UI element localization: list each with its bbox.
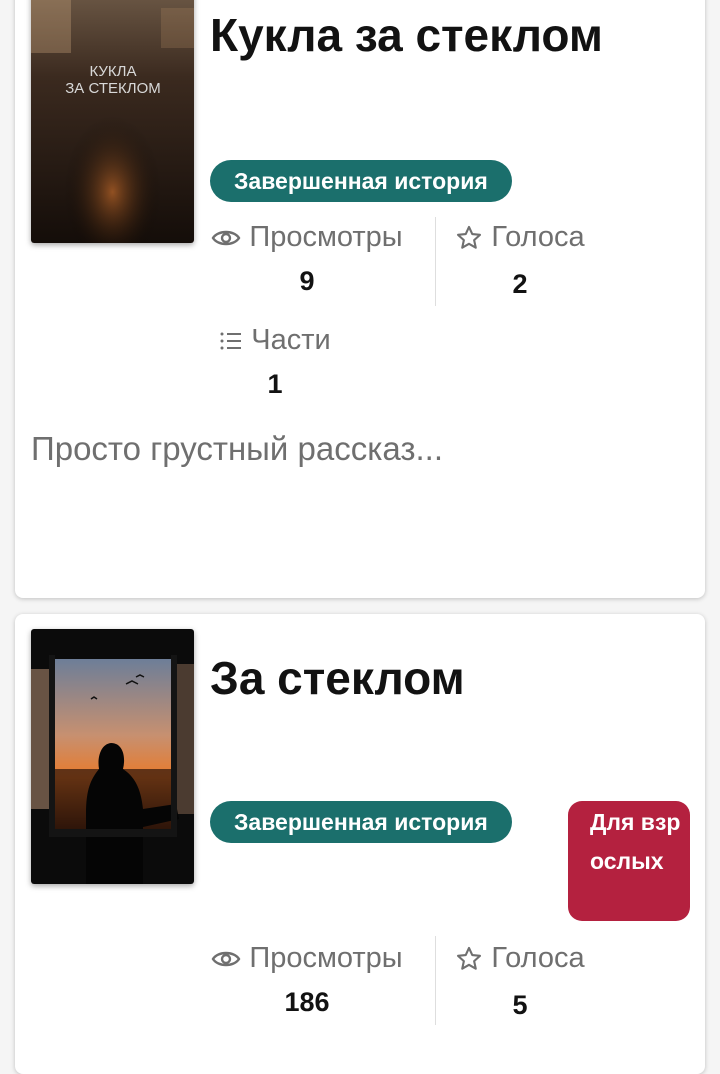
star-icon — [457, 225, 482, 249]
cover-image: КУКЛА ЗА СТЕКЛОМ — [31, 0, 194, 243]
cover-title-line1: КУКЛА — [89, 63, 136, 80]
votes-stat: Голоса 5 — [410, 942, 630, 1021]
votes-value: 5 — [512, 989, 528, 1020]
story-card[interactable]: За стеклом Завершенная история Для взрос… — [15, 614, 705, 1074]
views-value: 9 — [299, 266, 315, 296]
views-label: Просмотры — [249, 942, 403, 974]
eye-icon — [211, 230, 241, 245]
views-stat: Просмотры 186 — [197, 942, 417, 1018]
cover-image — [31, 629, 194, 884]
list-icon — [220, 332, 242, 349]
votes-label: Голоса — [491, 221, 585, 253]
story-description: Просто грустный рассказ... — [31, 430, 443, 467]
views-label: Просмотры — [249, 221, 403, 253]
parts-label: Части — [251, 324, 331, 356]
mature-badge: Для взрослых — [568, 801, 690, 921]
story-card[interactable]: КУКЛА ЗА СТЕКЛОМ Кукла за стеклом Заверш… — [15, 0, 705, 598]
views-stat: Просмотры 9 — [197, 221, 417, 297]
story-title[interactable]: Кукла за стеклом — [210, 9, 603, 62]
completed-badge: Завершенная история — [210, 801, 512, 843]
story-title[interactable]: За стеклом — [210, 652, 465, 705]
story-cover[interactable] — [31, 629, 194, 884]
story-cover[interactable]: КУКЛА ЗА СТЕКЛОМ — [31, 0, 194, 243]
votes-stat: Голоса 2 — [410, 221, 630, 300]
cover-title-line2: ЗА СТЕКЛОМ — [65, 80, 160, 97]
votes-value: 2 — [512, 268, 528, 299]
views-value: 186 — [284, 987, 330, 1017]
parts-value: 1 — [267, 369, 283, 399]
star-icon — [457, 946, 482, 970]
completed-badge: Завершенная история — [210, 160, 512, 202]
eye-icon — [211, 951, 241, 966]
parts-stat: Части 1 — [165, 324, 385, 400]
votes-label: Голоса — [491, 942, 585, 974]
